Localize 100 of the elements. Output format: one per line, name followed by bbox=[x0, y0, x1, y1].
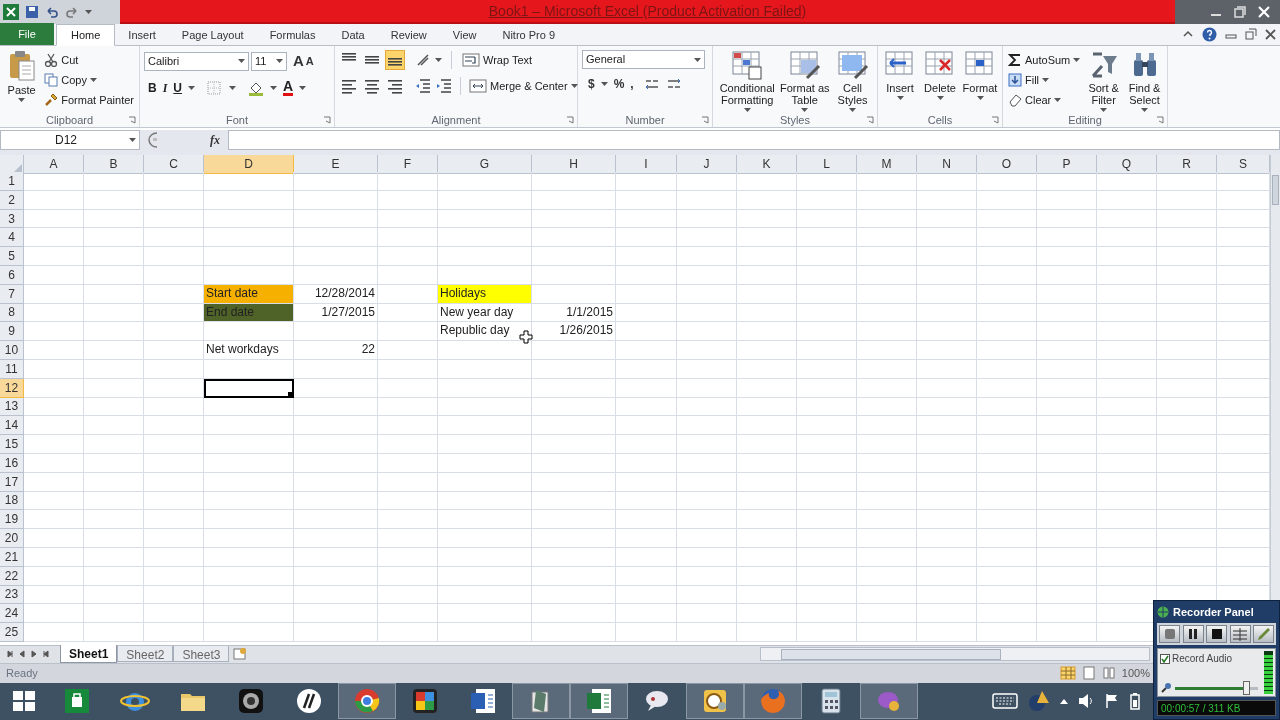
taskbar-button[interactable] bbox=[570, 683, 628, 720]
number-format-button[interactable]: % bbox=[613, 75, 625, 93]
checkbox[interactable] bbox=[1160, 653, 1170, 664]
ribbon-button[interactable]: Copy bbox=[43, 70, 135, 90]
ribbon-tab[interactable]: Page Layout bbox=[168, 25, 257, 45]
column-header[interactable]: J bbox=[677, 155, 737, 174]
caret-icon[interactable] bbox=[600, 82, 608, 86]
shrink-font-button[interactable]: A bbox=[305, 53, 314, 70]
ribbon-button[interactable]: Sort & Filter bbox=[1085, 50, 1123, 113]
row-header[interactable]: 24 bbox=[0, 604, 24, 624]
align-right-icon[interactable] bbox=[385, 78, 405, 94]
conditional-formatting-icon[interactable] bbox=[731, 50, 764, 80]
next-sheet-icon[interactable] bbox=[30, 650, 38, 659]
ribbon-tab[interactable]: Data bbox=[328, 25, 378, 45]
ribbon-button[interactable]: Find & Select bbox=[1126, 50, 1163, 113]
flag-icon[interactable] bbox=[1104, 693, 1120, 710]
speaker-icon[interactable] bbox=[1078, 693, 1094, 710]
row-header[interactable]: 14 bbox=[0, 416, 24, 436]
formula-field[interactable] bbox=[228, 130, 1280, 150]
caret-icon[interactable] bbox=[276, 59, 283, 64]
column-header[interactable]: I bbox=[616, 155, 677, 174]
column-header[interactable]: P bbox=[1037, 155, 1097, 174]
column-header[interactable]: M bbox=[857, 155, 917, 174]
redo-icon[interactable] bbox=[65, 5, 79, 19]
column-header[interactable]: O bbox=[977, 155, 1037, 174]
row-header[interactable]: 4 bbox=[0, 228, 24, 248]
row-header[interactable]: 9 bbox=[0, 322, 24, 342]
ribbon-tab[interactable]: Nitro Pro 9 bbox=[489, 25, 569, 45]
grow-font-button[interactable]: A bbox=[293, 50, 304, 73]
cell-styles-icon[interactable] bbox=[836, 50, 869, 80]
recorder-button[interactable] bbox=[1182, 625, 1204, 643]
ribbon-tab[interactable]: View bbox=[439, 25, 490, 45]
taskbar-button[interactable] bbox=[512, 683, 570, 720]
sum-icon[interactable] bbox=[1008, 53, 1022, 67]
row-header[interactable]: 19 bbox=[0, 510, 24, 530]
previous-sheet-icon[interactable] bbox=[18, 650, 26, 659]
underline-button[interactable]: U bbox=[173, 78, 182, 97]
ribbon-tab[interactable]: Formulas bbox=[256, 25, 329, 45]
row-header[interactable]: 1 bbox=[0, 172, 24, 191]
sheet-tab[interactable]: Sheet3 bbox=[173, 646, 230, 663]
page-break-view-icon[interactable] bbox=[1101, 666, 1116, 681]
sheet-tab[interactable]: Sheet2 bbox=[117, 646, 174, 663]
caret-icon[interactable] bbox=[1141, 108, 1149, 112]
taskbar-button[interactable] bbox=[686, 683, 744, 720]
keyboard-icon[interactable] bbox=[992, 693, 1018, 710]
ribbon-button[interactable]: Cell Styles bbox=[832, 50, 873, 113]
align-center-icon[interactable] bbox=[362, 78, 382, 94]
next-sheet-icon[interactable] bbox=[42, 650, 50, 659]
battery-icon[interactable] bbox=[1130, 692, 1140, 711]
dialog-launcher-icon[interactable] bbox=[323, 116, 331, 124]
restore-icon[interactable] bbox=[1245, 28, 1257, 40]
column-header[interactable]: S bbox=[1217, 155, 1270, 174]
ribbon-button[interactable]: Conditional Formatting bbox=[717, 50, 778, 113]
row-header[interactable]: 5 bbox=[0, 247, 24, 266]
caret-icon[interactable] bbox=[896, 96, 904, 100]
scissors-icon[interactable] bbox=[44, 53, 59, 67]
selected-cell[interactable] bbox=[204, 378, 294, 398]
ribbon-button[interactable]: Format bbox=[962, 50, 998, 113]
column-header[interactable]: G bbox=[438, 155, 532, 174]
vertical-scrollbar[interactable] bbox=[1270, 155, 1280, 600]
ribbon-tab[interactable]: Review bbox=[377, 25, 440, 45]
dialog-launcher-icon[interactable] bbox=[1156, 116, 1164, 124]
increase-indent-icon[interactable] bbox=[435, 78, 453, 94]
decrease-decimal-icon[interactable] bbox=[665, 77, 682, 91]
dialog-launcher-icon[interactable] bbox=[866, 116, 874, 124]
align-bottom-button[interactable] bbox=[385, 50, 405, 70]
paintbrush-icon[interactable] bbox=[44, 93, 59, 107]
caret-icon[interactable] bbox=[129, 138, 136, 142]
dialog-launcher-icon[interactable] bbox=[991, 116, 999, 124]
dialog-launcher-icon[interactable] bbox=[701, 116, 709, 124]
column-header[interactable]: R bbox=[1157, 155, 1217, 174]
row-header[interactable]: 15 bbox=[0, 435, 24, 454]
help-icon[interactable] bbox=[1202, 26, 1217, 42]
warning-icon[interactable] bbox=[1028, 690, 1050, 713]
column-header[interactable]: Q bbox=[1097, 155, 1157, 174]
number-format-button[interactable]: $ bbox=[588, 75, 595, 93]
caret-icon[interactable] bbox=[743, 108, 751, 112]
ribbon-button[interactable]: Clear bbox=[1007, 90, 1082, 110]
caret-icon[interactable] bbox=[936, 96, 944, 100]
column-header[interactable]: H bbox=[532, 155, 616, 174]
caret-icon[interactable] bbox=[801, 108, 809, 112]
bold-button[interactable]: B bbox=[148, 78, 157, 97]
save-icon[interactable] bbox=[25, 5, 39, 19]
column-header[interactable]: K bbox=[737, 155, 797, 174]
ribbon-button[interactable]: Cut bbox=[43, 50, 135, 70]
ribbon-button[interactable]: Fill bbox=[1007, 70, 1082, 90]
row-header[interactable]: 10 bbox=[0, 341, 24, 360]
row-header[interactable]: 20 bbox=[0, 529, 24, 548]
sheet-tab[interactable]: Sheet1 bbox=[60, 645, 118, 664]
caret-icon[interactable] bbox=[1054, 98, 1062, 102]
recorder-button[interactable] bbox=[1206, 625, 1227, 643]
undo-icon[interactable] bbox=[45, 5, 59, 19]
caret-icon[interactable] bbox=[694, 57, 701, 62]
font-color-button[interactable]: A bbox=[283, 79, 294, 96]
dialog-launcher-icon[interactable] bbox=[566, 116, 574, 124]
ribbon-button[interactable]: Format Painter bbox=[43, 90, 135, 110]
spreadsheet-icon[interactable] bbox=[3, 4, 19, 20]
restore-icon[interactable] bbox=[1234, 6, 1246, 18]
merge-cells-icon[interactable] bbox=[469, 79, 487, 93]
align-left-icon[interactable] bbox=[339, 78, 359, 94]
